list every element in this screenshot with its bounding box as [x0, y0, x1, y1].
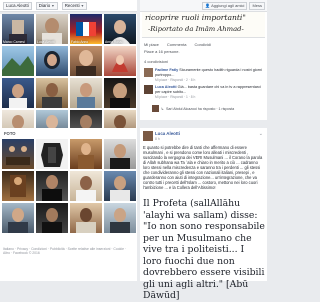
share-action[interactable]: Condividi [194, 42, 210, 47]
footer-links[interactable]: Italiano · Privacy · Condizioni · Pubbli… [3, 247, 133, 255]
replies-link[interactable]: ↳ Sari Abdul Alcazooi ha risposto · 1 ri… [152, 104, 264, 113]
photos-section: FOTO Italiano · Privacy · Condizioni · P… [0, 128, 137, 281]
handwritten-image: ricoprire ruoli importanti" -Riportato d… [142, 12, 265, 38]
photo[interactable] [2, 171, 34, 201]
friend-photo[interactable]: Marco Camesi [2, 14, 34, 44]
photo[interactable] [2, 139, 34, 169]
friend-photo[interactable] [70, 78, 102, 108]
photo[interactable] [104, 171, 136, 201]
photo[interactable] [70, 139, 102, 169]
photo[interactable] [2, 203, 34, 233]
friend-photo[interactable] [2, 46, 34, 76]
like-action[interactable]: Mi piace [144, 42, 159, 47]
avatar [152, 105, 159, 112]
photo[interactable] [36, 171, 68, 201]
chevron-down-icon: ▼ [80, 3, 85, 8]
reply-arrow-icon: ↳ [161, 106, 165, 111]
friend-photo[interactable] [36, 46, 68, 76]
section-title[interactable]: FOTO [4, 131, 16, 136]
photo[interactable] [36, 203, 68, 233]
photo[interactable] [70, 171, 102, 201]
avatar[interactable] [143, 131, 153, 141]
shares-count[interactable]: 4 condivisioni [144, 59, 168, 64]
add-friend-icon: 👤 [205, 3, 211, 8]
avatar[interactable] [144, 85, 153, 94]
friend-photo[interactable] [2, 78, 34, 108]
profile-name-tab[interactable]: Luca Aleotti [3, 1, 32, 10]
post-quote-image: Il Profeta (sallAllāhu 'alayhi wa sallam… [143, 198, 265, 301]
comment: Luca Aleotti Già... basta guardare chi v… [144, 85, 264, 101]
post-card: Luca Aleotti 8 h ⌄ E quanto si potrebbe … [140, 128, 267, 301]
message-button[interactable]: Mess [249, 1, 265, 10]
friends-photo-grid: Marco Camesi Luca Aleotti Fabio Anno Ann… [0, 14, 137, 140]
photo[interactable] [104, 203, 136, 233]
friend-photo[interactable] [104, 46, 136, 76]
friend-photo[interactable] [36, 78, 68, 108]
post-timestamp[interactable]: 8 h [155, 137, 160, 141]
recenti-dropdown[interactable]: Recenti ▼ [61, 1, 88, 10]
photo[interactable] [70, 203, 102, 233]
photo[interactable] [36, 139, 68, 169]
profile-topbar: Luca Aleotti Diario ▼ Recenti ▼ [0, 0, 137, 12]
shared-post-panel: 👤 Aggiungi agli amici Mess ricoprire ruol… [140, 0, 267, 120]
comment: Fadime Fatly Sicuramente questo hadith r… [144, 68, 264, 84]
friend-photo[interactable] [70, 46, 102, 76]
profile-actions: 👤 Aggiungi agli amici Mess [140, 0, 267, 12]
more-options-icon[interactable]: ⌄ [259, 131, 263, 137]
friend-photo[interactable]: Luca Aleotti [36, 14, 68, 44]
friend-photo[interactable] [104, 78, 136, 108]
friend-photo[interactable]: Anna Rossi [104, 14, 136, 44]
diario-dropdown[interactable]: Diario ▼ [35, 1, 58, 10]
likes-count[interactable]: Piace a 16 persone. [144, 49, 180, 54]
add-friend-button[interactable]: 👤 Aggiungi agli amici [202, 1, 248, 10]
avatar[interactable] [144, 68, 153, 77]
photo[interactable] [104, 139, 136, 169]
post-author[interactable]: Luca Aleotti [155, 131, 180, 136]
post-body: E quanto si potrebbe dire di tanti che a… [143, 145, 263, 190]
comment-action[interactable]: Commenta [167, 42, 187, 47]
post-action-bar: Mi piace Commenta Condividi [142, 40, 265, 49]
friend-photo[interactable]: Fabio Anno [70, 14, 102, 44]
chevron-down-icon: ▼ [51, 3, 55, 8]
